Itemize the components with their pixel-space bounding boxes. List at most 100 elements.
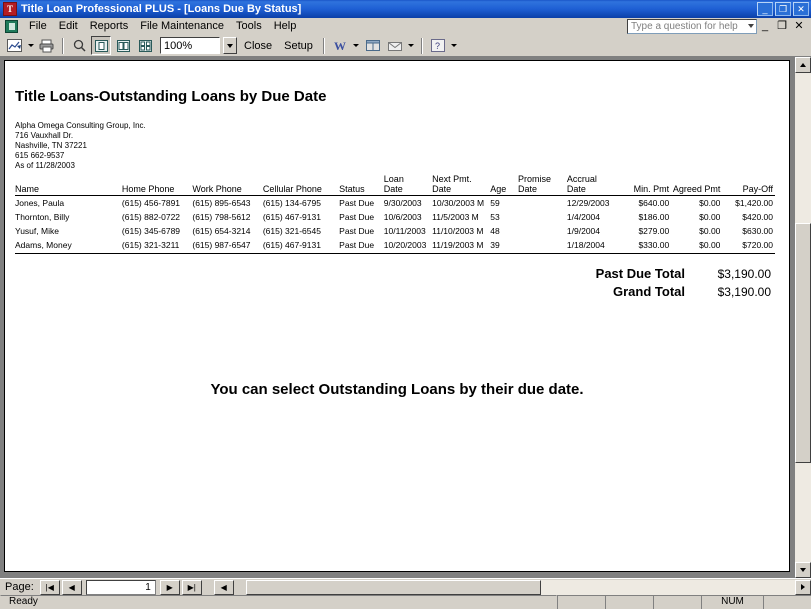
vertical-scrollbar[interactable] [794, 57, 811, 578]
setup-button[interactable]: Setup [279, 36, 318, 55]
cell-cell-phone: (615) 321-6545 [262, 226, 321, 236]
table-header-row: Name Home Phone Work Phone Cellular Phon… [15, 174, 775, 196]
window-icon[interactable] [363, 36, 383, 55]
maximize-restore-button[interactable]: ❐ [775, 2, 791, 16]
col-header-promise-date-line2: Date [518, 184, 538, 194]
page-label: Page: [5, 581, 34, 593]
close-button[interactable]: ✕ [793, 2, 809, 16]
horizontal-scroll-thumb[interactable] [245, 579, 541, 595]
menu-bar: File Edit Reports File Maintenance Tools… [0, 18, 811, 35]
company-city-state-zip: Nashville, TN 37221 [15, 141, 87, 150]
cell-age: 53 [490, 212, 500, 222]
zoom-level-input[interactable]: 100% [160, 37, 220, 54]
cell-age: 48 [490, 226, 500, 236]
svg-text:?: ? [435, 41, 440, 51]
grand-total-row: Grand Total $3,190.00 [596, 283, 771, 301]
toolbar-separator [62, 37, 64, 54]
cell-cell-phone: (615) 467-9131 [262, 212, 321, 222]
status-cell-5 [763, 595, 811, 609]
next-page-button[interactable]: ▶ [159, 579, 180, 595]
cell-name: Jones, Paula [15, 198, 65, 208]
col-header-agreed-pmt-line2: Agreed Pmt [672, 184, 721, 194]
help-search-input[interactable]: Type a question for help [627, 18, 757, 34]
cell-loan-date: 10/6/2003 [383, 212, 422, 222]
close-button-toolbar[interactable]: Close [239, 36, 277, 55]
grand-total-label: Grand Total [613, 284, 685, 299]
one-page-view-icon[interactable] [91, 36, 111, 55]
last-page-button[interactable]: ▶| [181, 579, 202, 595]
cell-next-pmt-date: 11/5/2003 M [432, 212, 479, 222]
triangle-right-icon [801, 584, 805, 590]
mdi-minimize-button[interactable]: _ [759, 21, 771, 32]
magnifier-icon[interactable] [69, 36, 89, 55]
vertical-scroll-thumb[interactable] [795, 223, 811, 463]
print-icon[interactable] [37, 36, 57, 55]
report-content: Title Loans-Outstanding Loans by Due Dat… [5, 61, 789, 571]
email-dropdown-arrow-icon[interactable] [407, 36, 416, 55]
cell-work-phone: (615) 798-5612 [192, 212, 251, 222]
col-header-loan-date-line1: Loan [383, 174, 404, 184]
stop-button[interactable]: ◀ [213, 579, 234, 595]
cell-min-pmt: $640.00 [638, 198, 670, 208]
cell-work-phone: (615) 987-6547 [192, 238, 263, 254]
col-header-cellular-phone-line1: Cellular Phone [262, 184, 322, 194]
cell-accrual-date: 12/29/2003 [566, 198, 610, 208]
scroll-up-button[interactable] [795, 57, 811, 73]
menu-item-reports[interactable]: Reports [84, 19, 135, 33]
cell-accrual-date: 1/9/2004 [566, 226, 601, 236]
col-header-next-pmt-date: Next Pmt. Date [432, 174, 491, 196]
cell-loan-date: 10/20/2003 [383, 238, 433, 254]
menu-item-edit[interactable]: Edit [53, 19, 84, 33]
mdi-close-button[interactable]: ✕ [793, 21, 805, 32]
word-export-icon[interactable]: W [330, 36, 350, 55]
status-message: Ready [0, 595, 557, 609]
cell-status: Past Due [339, 226, 375, 236]
fit-page-icon[interactable] [135, 36, 155, 55]
menu-item-tools[interactable]: Tools [230, 19, 268, 33]
col-header-age-line2: Age [490, 184, 507, 194]
word-dropdown-arrow-icon[interactable] [352, 36, 361, 55]
two-page-view-icon[interactable] [113, 36, 133, 55]
menu-item-help[interactable]: Help [268, 19, 303, 33]
zoom-dropdown-arrow-icon[interactable] [223, 37, 237, 54]
mdi-restore-button[interactable]: ❐ [776, 21, 788, 32]
window-title: Title Loan Professional PLUS - [Loans Du… [21, 3, 302, 15]
email-icon[interactable] [385, 36, 405, 55]
minimize-button[interactable]: _ [757, 2, 773, 16]
first-page-button[interactable]: |◀ [39, 579, 60, 595]
cell-min-pmt: $186.00 [638, 212, 670, 222]
company-name: Alpha Omega Consulting Group, Inc. [15, 121, 146, 130]
cell-agreed-pmt: $0.00 [671, 238, 723, 254]
col-header-cellular-phone: Cellular Phone [262, 174, 340, 196]
col-header-work-phone: Work Phone [192, 174, 263, 196]
previous-page-button[interactable]: ◀ [61, 579, 82, 595]
vertical-scroll-track[interactable] [795, 73, 811, 562]
export-chart-icon[interactable] [4, 36, 24, 55]
document-icon [5, 19, 18, 33]
col-header-name-line1: Name [15, 184, 40, 194]
col-header-age: Age [490, 174, 519, 196]
toolbar-separator-3 [420, 37, 423, 54]
help-dropdown-arrow-icon[interactable] [450, 36, 459, 55]
chevron-down-icon[interactable] [748, 24, 754, 28]
cell-agreed-pmt: $0.00 [699, 212, 721, 222]
horizontal-scroll-right-button[interactable] [795, 579, 811, 595]
menu-item-file-maintenance[interactable]: File Maintenance [134, 19, 230, 33]
col-header-status: Status [339, 174, 384, 196]
cell-loan-date: 9/30/2003 [383, 198, 422, 208]
horizontal-scrollbar[interactable] [245, 579, 811, 595]
table-row: Jones, Paula (615) 456-7891 (615) 895-65… [15, 196, 775, 211]
export-dropdown-arrow-icon[interactable] [26, 36, 35, 55]
report-title: Title Loans-Outstanding Loans by Due Dat… [15, 88, 327, 105]
scroll-down-button[interactable] [795, 562, 811, 578]
past-due-total-row: Past Due Total $3,190.00 [596, 265, 771, 283]
help-icon[interactable]: ? [428, 36, 448, 55]
cell-home-phone: (615) 882-0722 [121, 212, 181, 222]
col-header-pay-off: Pay-Off [722, 174, 775, 196]
page-number-input[interactable]: 1 [85, 579, 156, 595]
mdi-child-controls: _ ❐ ✕ [759, 21, 805, 32]
menu-item-file[interactable]: File [23, 19, 53, 33]
company-address-block: Alpha Omega Consulting Group, Inc. 716 V… [15, 121, 146, 171]
col-header-loan-date-line2: Date [383, 184, 403, 194]
cell-home-phone: (615) 321-3211 [121, 238, 193, 254]
